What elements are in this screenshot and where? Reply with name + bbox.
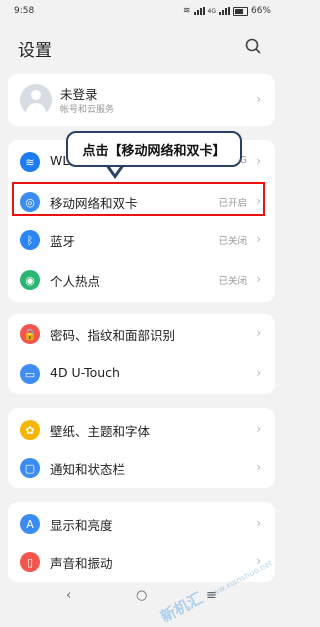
hotspot-label: 个人热点 (50, 274, 101, 289)
chevron-right-icon: › (256, 422, 261, 436)
settings-item-utouch[interactable]: ▭ 4D U-Touch › (8, 354, 275, 394)
security-card: 🔒 密码、指纹和面部识别 › ▭ 4D U-Touch › (8, 314, 275, 394)
hotspot-icon: ◉ (20, 270, 40, 290)
display-label: 显示和亮度 (50, 518, 113, 533)
appearance-card: ✿ 壁纸、主题和字体 › ▢ 通知和状态栏 › (8, 408, 275, 488)
wifi-icon: ≋ (20, 152, 40, 172)
chevron-right-icon: › (256, 272, 261, 286)
hotspot-status: 已关闭 (218, 276, 247, 287)
chevron-right-icon: › (256, 326, 261, 340)
bluetooth-status: 已关闭 (218, 236, 247, 247)
chevron-right-icon: › (256, 232, 261, 246)
search-icon[interactable] (244, 37, 262, 55)
sound-icon: ▯ (20, 552, 40, 572)
signal-icon-2 (218, 7, 230, 15)
avatar (20, 84, 52, 116)
sound-label: 声音和振动 (50, 556, 113, 571)
back-icon[interactable]: ‹ (66, 588, 71, 603)
chevron-right-icon: › (256, 154, 261, 168)
wifi-icon: ≋ (182, 6, 191, 16)
settings-item-password[interactable]: 🔒 密码、指纹和面部识别 › (8, 314, 275, 354)
utouch-label: 4D U-Touch (50, 365, 120, 380)
settings-item-display[interactable]: A 显示和亮度 › (8, 504, 275, 544)
password-label: 密码、指纹和面部识别 (50, 328, 176, 343)
notification-icon: ▢ (20, 458, 40, 478)
chevron-right-icon: › (256, 516, 261, 530)
chevron-right-icon: › (256, 366, 261, 380)
bluetooth-icon: ᛒ (20, 230, 40, 250)
account-card[interactable]: 未登录 帐号和云服务 › (8, 74, 275, 126)
chevron-right-icon: › (256, 460, 261, 474)
status-icons: ≋ 4G 66% (183, 6, 271, 16)
notifications-label: 通知和状态栏 (50, 462, 126, 477)
highlight-box (12, 182, 265, 216)
instruction-callout: 点击【移动网络和双卡】 (66, 131, 242, 167)
page-title: 设置 (18, 41, 52, 61)
settings-item-bluetooth[interactable]: ᛒ 蓝牙 已关闭 › (8, 220, 275, 260)
battery-percent: 66% (250, 6, 271, 16)
bluetooth-label: 蓝牙 (50, 234, 76, 249)
status-bar: 9:58 ≋ 4G 66% (0, 0, 283, 22)
settings-item-wallpaper[interactable]: ✿ 壁纸、主题和字体 › (8, 410, 275, 450)
account-subtitle: 帐号和云服务 (60, 105, 115, 115)
utouch-icon: ▭ (20, 364, 40, 384)
network-type: 4G (207, 7, 216, 15)
settings-item-hotspot[interactable]: ◉ 个人热点 已关闭 › (8, 260, 275, 300)
signal-icon (193, 7, 205, 15)
menu-icon[interactable]: ≡ (206, 588, 217, 603)
status-time: 9:58 (14, 6, 35, 16)
display-icon: A (20, 514, 40, 534)
settings-item-notifications[interactable]: ▢ 通知和状态栏 › (8, 448, 275, 488)
lock-icon: 🔒 (20, 324, 40, 344)
theme-icon: ✿ (20, 420, 40, 440)
chevron-right-icon: › (256, 92, 261, 106)
account-name: 未登录 (60, 87, 98, 102)
home-icon[interactable]: ○ (136, 588, 147, 603)
battery-icon (232, 6, 248, 16)
navigation-bar: ‹ ○ ≡ (0, 582, 283, 614)
wallpaper-label: 壁纸、主题和字体 (50, 424, 151, 439)
